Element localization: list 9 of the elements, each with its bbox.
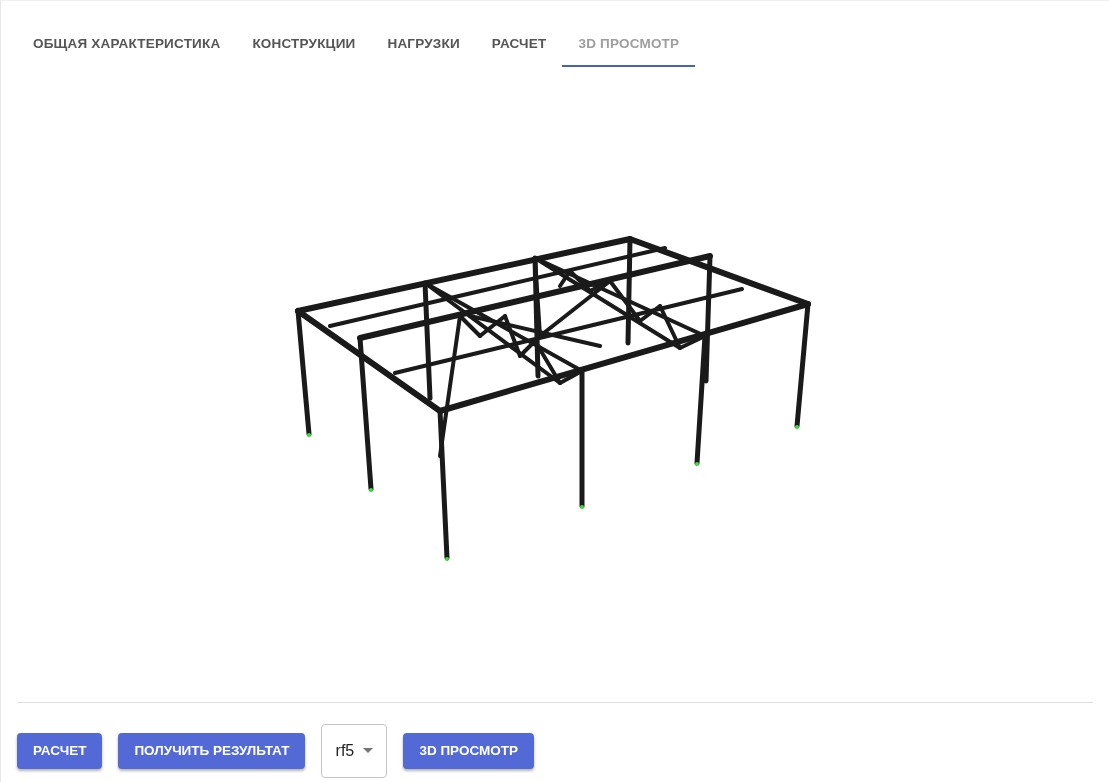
tab[interactable]: НАГРУЗКИ: [371, 21, 476, 67]
select-field[interactable]: rf5: [321, 723, 388, 778]
tab[interactable]: КОНСТРУКЦИИ: [236, 21, 372, 67]
tab[interactable]: ОБЩАЯ ХАРАКТЕРИСТИКА: [17, 21, 237, 67]
action-button[interactable]: ПОЛУЧИТЬ РЕЗУЛЬТАТ: [118, 732, 306, 769]
caret-icon: [363, 748, 374, 753]
action-button[interactable]: РАСЧЕТ: [17, 732, 103, 769]
action-button[interactable]: 3D ПРОСМОТР: [403, 732, 534, 769]
tab[interactable]: РАСЧЕТ: [475, 21, 563, 67]
